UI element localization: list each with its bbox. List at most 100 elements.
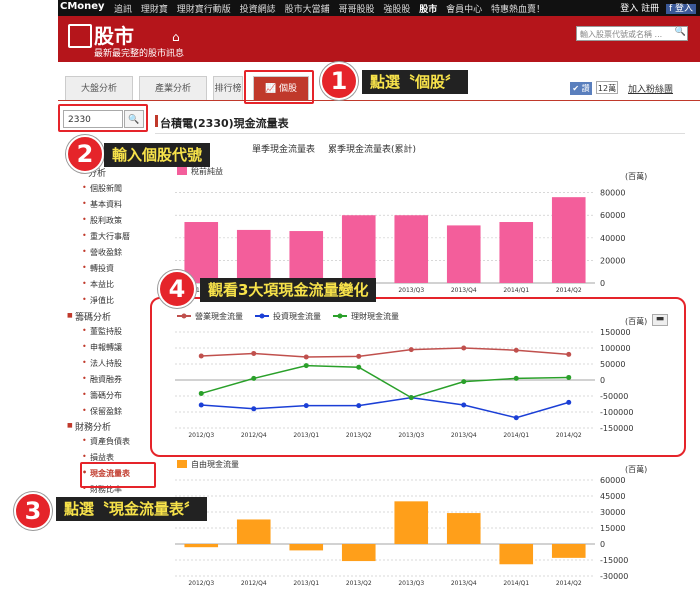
sidebar-section-chips: 籌碼分析 (67, 310, 111, 323)
top-link[interactable]: 理財寶 (141, 5, 168, 15)
x-tick-label: 2012/Q4 (241, 580, 267, 587)
bar (341, 215, 376, 283)
login-link[interactable]: 登入 (620, 4, 638, 14)
tab-industry[interactable]: 產業分析 (139, 76, 207, 100)
callout-3-text: 點選〝現金流量表〞 (56, 497, 208, 521)
site-brand[interactable]: 股市 (94, 20, 134, 49)
home-icon[interactable]: ⌂ (172, 30, 180, 44)
sidebar-item[interactable]: 營收盈餘 (82, 247, 122, 258)
sidebar-item[interactable]: 股利政策 (82, 215, 122, 226)
y-tick-label: 30000 (600, 508, 625, 517)
callout-4-number: 4 (158, 270, 196, 308)
follow-fanpage-link[interactable]: 加入粉絲團 (628, 82, 673, 95)
x-tick-label: 2013/Q4 (451, 287, 477, 294)
top-link[interactable]: 理財寶行動版 (177, 5, 231, 15)
subtab-quarterly[interactable]: 單季現金流量表 (252, 142, 315, 155)
x-tick-label: 2013/Q3 (398, 580, 424, 587)
sidebar-item[interactable]: 保留盈餘 (82, 406, 122, 417)
stock-search-input[interactable]: 輸入股票代號或名稱 ... (576, 26, 688, 41)
cube-logo-icon (68, 24, 92, 48)
sidebar-item[interactable]: 資產負債表 (82, 436, 130, 447)
callout-1-text: 點選〝個股〞 (362, 70, 469, 94)
search-icon[interactable]: 🔍 (675, 27, 686, 37)
bar (499, 222, 534, 283)
sidebar-item[interactable]: 淨值比 (82, 295, 114, 306)
sidebar-item[interactable]: 個股新聞 (82, 183, 122, 194)
site-header: 股市 ⌂ 最新最完整的股市訊息 輸入股票代號或名稱 ... 🔍 (58, 16, 700, 62)
bar (394, 215, 429, 283)
top-link[interactable]: 投資網誌 (240, 5, 276, 15)
y-tick-label: 60000 (600, 211, 625, 220)
sidebar-item[interactable]: 籌碼分布 (82, 390, 122, 401)
y-tick-label: 20000 (600, 256, 625, 265)
like-button[interactable]: ✔ 讚 (570, 82, 592, 95)
sidebar-section-financial: 財務分析 (67, 420, 111, 433)
top-link[interactable]: 哥哥股股 (338, 5, 374, 15)
title-accent (155, 115, 158, 127)
bar (551, 544, 586, 558)
bar (289, 231, 324, 283)
legend-label: 自由現金流量 (191, 459, 239, 469)
callout-4-text: 觀看3大項現金流量變化 (200, 278, 377, 302)
top-link[interactable]: 股市 (419, 5, 437, 15)
sidebar-item[interactable]: 本益比 (82, 279, 114, 290)
facebook-login-button[interactable]: f 登入 (665, 4, 696, 14)
auth-links: 登入 註冊 f 登入 (620, 1, 696, 14)
x-tick-label: 2013/Q1 (293, 580, 319, 587)
sidebar-item[interactable]: 融資融券 (82, 374, 122, 385)
y-tick-label: 0 (600, 279, 605, 288)
callout-2-text: 輸入個股代號 (104, 143, 211, 167)
y-tick-label: -30000 (600, 572, 628, 581)
pretax-income-chart: 800006000040000200000(百萬)2012/Q32012/Q42… (175, 166, 647, 294)
callout-3-number: 3 (14, 492, 52, 530)
highlight-cashflow-item (80, 462, 156, 488)
top-link[interactable]: 股市大當鋪 (285, 5, 330, 15)
x-tick-label: 2014/Q2 (556, 287, 582, 294)
bar (289, 544, 324, 551)
top-link[interactable]: 追訊 (114, 5, 132, 15)
register-link[interactable]: 註冊 (641, 4, 659, 14)
highlight-stock-input (58, 104, 148, 132)
x-tick-label: 2012/Q3 (188, 580, 214, 587)
y-tick-label: 60000 (600, 476, 625, 485)
bar (499, 544, 534, 565)
sidebar-item[interactable]: 轉投資 (82, 263, 114, 274)
callout-2-number: 2 (66, 135, 104, 173)
sidebar-item[interactable]: 董監持股 (82, 326, 122, 337)
top-link[interactable]: 強股股 (383, 5, 410, 15)
bar (236, 519, 271, 544)
top-link[interactable]: 會員中心 (446, 5, 482, 15)
x-tick-label: 2014/Q1 (503, 287, 529, 294)
page-title: 台積電(2330)現金流量表 (160, 117, 289, 130)
top-navigation-bar: CMoney 追訊 理財寶 理財寶行動版 投資網誌 股市大當鋪 哥哥股股 強股股… (58, 0, 700, 16)
free-cashflow-chart: 60000 45000 30000 15000 0 -15000 -30000 (百萬) 201… (175, 459, 647, 587)
bar (184, 544, 219, 548)
x-tick-label: 2013/Q3 (398, 287, 424, 294)
x-tick-label: 2014/Q2 (556, 580, 582, 587)
subtab-cumulative[interactable]: 累季現金流量表(累計) (328, 142, 416, 155)
y-tick-label: 80000 (600, 189, 625, 198)
highlight-cashflow-chart (150, 297, 686, 457)
y-tick-label: 45000 (600, 492, 625, 501)
x-tick-label: 2013/Q2 (346, 580, 372, 587)
legend-swatch (177, 167, 187, 175)
tab-ranking[interactable]: 排行榜 (213, 76, 243, 100)
y-tick-label: 40000 (600, 234, 625, 243)
unit-label: (百萬) (625, 171, 647, 181)
bar (394, 501, 429, 544)
sidebar-item[interactable]: 法人持股 (82, 358, 122, 369)
sidebar-item[interactable]: 基本資料 (82, 199, 122, 210)
top-links: 追訊 理財寶 理財寶行動版 投資網誌 股市大當鋪 哥哥股股 強股股 股市 會員中… (114, 2, 551, 15)
site-subtitle: 最新最完整的股市訊息 (94, 49, 185, 59)
tab-market[interactable]: 大盤分析 (65, 76, 133, 100)
highlight-stock-tab (244, 70, 314, 104)
callout-1-number: 1 (320, 62, 358, 100)
like-count: 12萬 (596, 81, 618, 94)
sidebar-item[interactable]: 申報轉讓 (82, 342, 122, 353)
top-link[interactable]: 特惠熱血賣！ (491, 5, 545, 15)
sidebar-item[interactable]: 重大行事曆 (82, 231, 130, 242)
bar (236, 229, 271, 283)
legend-swatch (177, 460, 187, 468)
cmoney-logo[interactable]: CMoney (60, 1, 105, 12)
bar (341, 544, 376, 562)
